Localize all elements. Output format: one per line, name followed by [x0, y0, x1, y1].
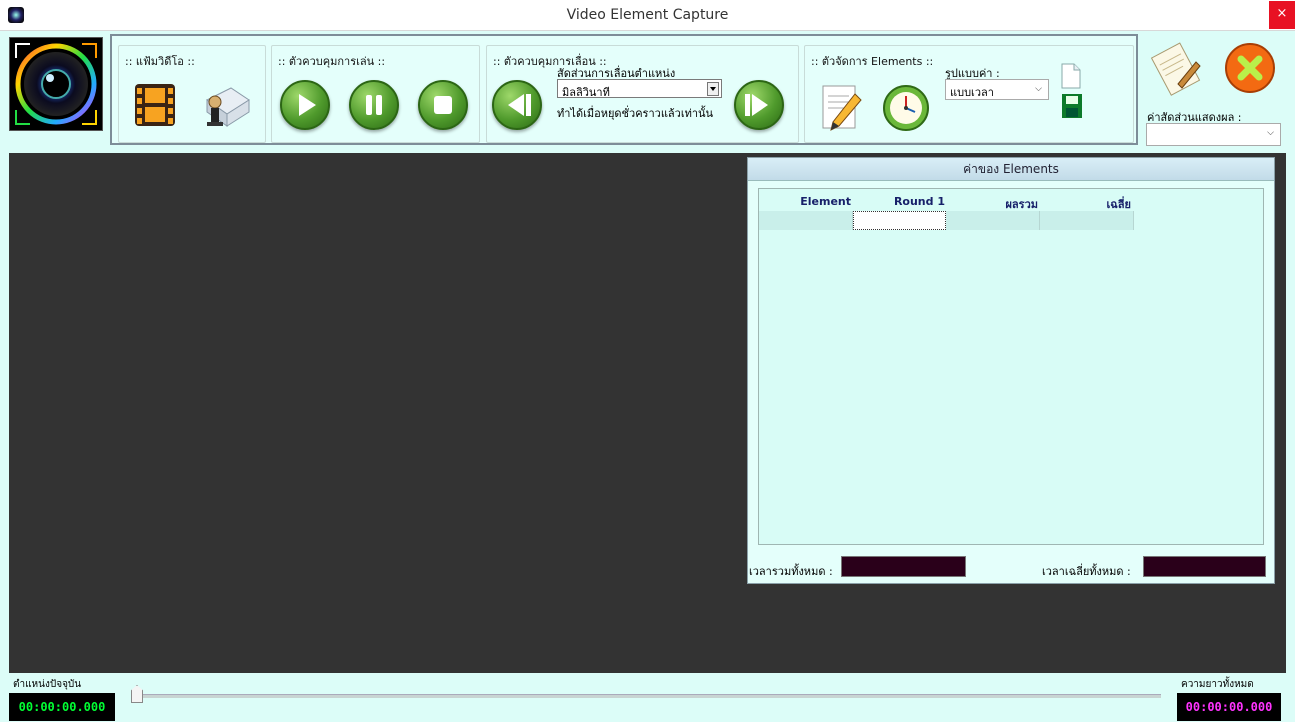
- pause-icon: [366, 95, 382, 115]
- clock-icon[interactable]: [882, 82, 930, 132]
- total-length-label: ความยาวทั้งหมด: [1181, 679, 1254, 690]
- elements-group-label: :: ตัวจัดการ Elements ::: [811, 55, 934, 68]
- play-control-group-label: :: ตัวควบคุมการเล่น ::: [278, 55, 386, 68]
- seek-slider-track[interactable]: [133, 694, 1161, 698]
- stop-button[interactable]: [418, 80, 468, 130]
- toolbar: :: แฟ้มวิดีโอ :::: ตัวควบคุมการเล่น:: …: [110, 34, 1138, 145]
- display-ratio-dropdown[interactable]: ⌵: [1146, 123, 1281, 146]
- elements-group: :: ตัวจัดการ Elements :: รูปแบบค่า : แบบ…: [804, 45, 1134, 143]
- elements-panel-title: ค่าของ Elements: [748, 158, 1274, 181]
- step-forward-button[interactable]: [734, 80, 784, 130]
- seek-note: ทำได้เมื่อหยุดชั่วคราวแล้วเท่านั้น: [557, 107, 714, 120]
- seek-ratio-value: มิลลิวินาที: [562, 86, 610, 99]
- video-file-group: :: แฟ้มวิดีโอ ::: [118, 45, 266, 143]
- elements-panel: ค่าของ Elements Element Round 1 ผลรวม เฉ…: [747, 157, 1275, 584]
- pause-button[interactable]: [349, 80, 399, 130]
- save-disk-icon[interactable]: [1061, 93, 1083, 119]
- current-time-display: 00:00:00.000: [9, 693, 115, 721]
- value-format-dropdown[interactable]: แบบเวลา ⌵: [945, 79, 1049, 100]
- seek-control-group: :: ตัวควบคุมการเลื่อน :: สัดส่วนการเลื่อ…: [486, 45, 799, 143]
- window-title: Video Element Capture: [566, 7, 729, 23]
- step-back-icon: [508, 94, 531, 116]
- notepad-icon[interactable]: [1148, 40, 1204, 98]
- total-time-value: [841, 556, 966, 577]
- table-cell-selected[interactable]: [853, 211, 946, 230]
- average-time-value: [1143, 556, 1266, 577]
- video-file-group-label: :: แฟ้มวิดีโอ ::: [125, 55, 195, 68]
- chevron-down-icon: ⌵: [1267, 128, 1274, 138]
- seek-ratio-dropdown[interactable]: มิลลิวินาที: [557, 79, 722, 99]
- table-cell[interactable]: [759, 211, 853, 230]
- new-file-icon[interactable]: [1060, 62, 1082, 90]
- column-header-element[interactable]: Element: [759, 195, 851, 208]
- chevron-down-icon: [707, 82, 719, 96]
- column-header-round-1[interactable]: Round 1: [851, 195, 945, 208]
- window-close-button[interactable]: ×: [1269, 1, 1295, 29]
- value-format-value: แบบเวลา: [950, 86, 994, 99]
- exit-button[interactable]: [1224, 42, 1276, 94]
- play-button[interactable]: [280, 80, 330, 130]
- step-forward-icon: [745, 94, 768, 116]
- edit-note-icon[interactable]: [819, 80, 863, 134]
- elements-table[interactable]: Element Round 1 ผลรวม เฉลี่ย: [758, 188, 1264, 545]
- table-cell[interactable]: [946, 211, 1040, 230]
- step-back-button[interactable]: [492, 80, 542, 130]
- table-cell[interactable]: [1040, 211, 1134, 230]
- camera-lens-icon: [9, 37, 103, 131]
- title-bar: Video Element Capture ×: [0, 0, 1295, 31]
- folder-remove-icon[interactable]: [197, 80, 253, 132]
- chevron-down-icon: ⌵: [1035, 84, 1042, 94]
- total-time-label: เวลารวมทั้งหมด :: [749, 565, 833, 578]
- play-icon: [299, 94, 316, 116]
- stop-icon: [434, 96, 452, 114]
- play-control-group: :: ตัวควบคุมการเล่น ::: [271, 45, 480, 143]
- total-length-display: 00:00:00.000: [1177, 693, 1281, 721]
- seek-slider-thumb[interactable]: [131, 685, 143, 703]
- current-position-label: ตำแหน่งปัจจุบัน: [13, 679, 82, 690]
- film-strip-icon[interactable]: [133, 82, 177, 128]
- exit-icon: [1225, 43, 1275, 93]
- average-time-label: เวลาเฉลี่ยทั้งหมด :: [1042, 565, 1131, 578]
